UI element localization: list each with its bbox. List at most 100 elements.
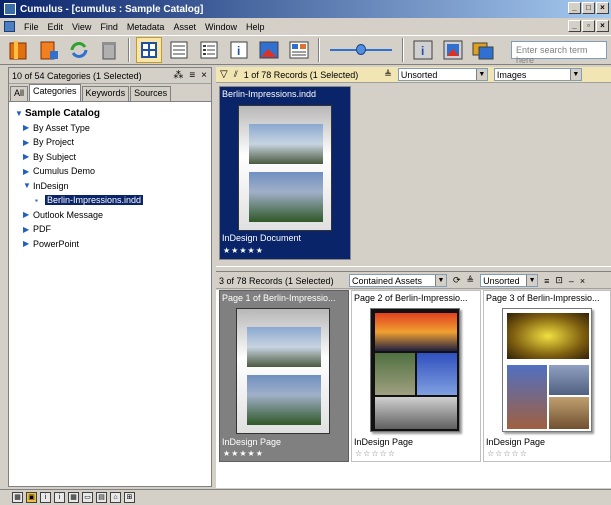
menu-file[interactable]: File [24, 22, 39, 32]
tree-item-label: Sample Catalog [25, 107, 101, 119]
status-window-icon[interactable]: ▭ [82, 492, 93, 503]
menu-window[interactable]: Window [205, 22, 237, 32]
asset-card-title: Berlin-Impressions.indd [222, 89, 317, 99]
refresh-icon[interactable] [66, 37, 92, 63]
document-icon[interactable] [4, 21, 15, 32]
collapsed-triangle-icon[interactable]: ▶ [23, 225, 33, 234]
doc-minimize-button[interactable]: _ [568, 20, 581, 32]
page-card-3[interactable]: Page 3 of Berlin-Impressio... InDesign P… [483, 290, 611, 462]
tree-item-outlook-message[interactable]: ▶ Outlook Message [15, 208, 211, 223]
tree-item-by-project[interactable]: ▶ By Project [15, 135, 211, 150]
sort-select[interactable]: Unsorted ▼ [397, 68, 488, 81]
doc-restore-button[interactable]: ▫ [582, 20, 595, 32]
pane-splitter[interactable] [216, 266, 611, 272]
panel-menu-icon[interactable]: ≡ [189, 70, 195, 81]
rating-stars[interactable]: ★★★★★ [223, 449, 264, 458]
tab-all[interactable]: All [10, 86, 29, 101]
lower-sort-select[interactable]: Unsorted ▼ [480, 274, 539, 287]
menu-find[interactable]: Find [100, 22, 118, 32]
contained-assets-header: 3 of 78 Records (1 Selected) Contained A… [216, 273, 611, 289]
tab-sources[interactable]: Sources [130, 86, 172, 101]
status-info-icon[interactable]: i [40, 492, 51, 503]
contained-assets-select[interactable]: Contained Assets ▼ [349, 274, 447, 287]
contained-assets-area: Page 1 of Berlin-Impressio... InDesign P… [216, 290, 611, 488]
sort-direction-small-icon[interactable]: ≜ [467, 275, 475, 286]
status-tree-icon[interactable]: ⊞ [124, 492, 135, 503]
menu-view[interactable]: View [72, 22, 91, 32]
asset-card-type: InDesign Document [222, 233, 302, 243]
preview-window-icon[interactable] [440, 37, 466, 63]
collapsed-triangle-icon[interactable]: ▶ [23, 239, 33, 248]
panel-close-small-icon[interactable]: × [580, 276, 585, 286]
page-card-1[interactable]: Page 1 of Berlin-Impressio... InDesign P… [219, 290, 349, 462]
tree-item-cumulus-demo[interactable]: ▶ Cumulus Demo [15, 164, 211, 179]
light-table-icon[interactable] [286, 37, 312, 63]
tab-keywords[interactable]: Keywords [81, 86, 130, 101]
status-preview-icon[interactable]: ▤ [96, 492, 107, 503]
info-icon[interactable]: i [226, 37, 252, 63]
refresh-small-icon[interactable]: ⟳ [453, 275, 461, 286]
tree-item-by-subject[interactable]: ▶ By Subject [15, 150, 211, 165]
menu-help[interactable]: Help [246, 22, 265, 32]
rating-stars[interactable]: ★★★★★ [223, 246, 264, 255]
rating-stars[interactable]: ☆☆☆☆☆ [487, 449, 528, 458]
menu-metadata[interactable]: Metadata [127, 22, 165, 32]
rating-stars[interactable]: ☆☆☆☆☆ [355, 449, 396, 458]
preview-icon[interactable] [256, 37, 282, 63]
tree-item-label: PDF [33, 224, 51, 235]
thumbnail-view-icon[interactable] [136, 37, 162, 63]
close-button[interactable]: × [596, 2, 609, 14]
sort-direction-icon[interactable]: ≜ [384, 69, 392, 80]
tree-item-pdf[interactable]: ▶ PDF [15, 222, 211, 237]
menu-asset[interactable]: Asset [173, 22, 196, 32]
filter-icon[interactable]: ▽ [220, 69, 228, 80]
tree-item-sample-catalog[interactable]: ▼ Sample Catalog [15, 106, 211, 121]
maximize-button[interactable]: □ [582, 2, 595, 14]
zoom-slider[interactable] [326, 40, 396, 60]
search-input[interactable]: Enter search term here [511, 41, 607, 65]
collapsed-triangle-icon[interactable]: ▶ [23, 210, 33, 219]
tree-item-powerpoint[interactable]: ▶ PowerPoint [15, 237, 211, 252]
view-select[interactable]: Images ▼ [493, 68, 582, 81]
expanded-triangle-icon[interactable]: ▼ [15, 109, 25, 118]
details-view-icon[interactable] [196, 37, 222, 63]
page-card-2[interactable]: Page 2 of Berlin-Impressio... InDesign P… [351, 290, 481, 462]
collection-icon[interactable] [36, 37, 62, 63]
info-window-icon[interactable]: i [410, 37, 436, 63]
trash-icon[interactable] [96, 37, 122, 63]
status-grid-icon[interactable]: ▦ [68, 492, 79, 503]
menu-edit[interactable]: Edit [48, 22, 64, 32]
status-collection-icon[interactable]: ▣ [26, 492, 37, 503]
categories-action-icon[interactable]: ⁂ [173, 70, 183, 81]
slideshow-icon[interactable] [470, 37, 496, 63]
asset-card-berlin-impressions[interactable]: Berlin-Impressions.indd InDesign Documen… [219, 86, 351, 260]
collapsed-triangle-icon[interactable]: ▶ [23, 167, 33, 176]
status-catalog-icon[interactable]: ▦ [12, 492, 23, 503]
expanded-triangle-icon[interactable]: ▼ [23, 181, 33, 190]
panel-menu-small-icon[interactable]: ≡ [544, 276, 549, 286]
page-thumbnail-3 [502, 308, 592, 432]
minimize-button[interactable]: _ [568, 2, 581, 14]
status-info2-icon[interactable]: i [54, 492, 65, 503]
tree-item-by-asset-type[interactable]: ▶ By Asset Type [15, 121, 211, 136]
bullet-icon: ▪ [35, 195, 38, 205]
toolbar: i i Enter search term here [0, 35, 611, 65]
collapsed-triangle-icon[interactable]: ▶ [23, 152, 33, 161]
status-home-icon[interactable]: ⌂ [110, 492, 121, 503]
page-thumbnail-2 [370, 308, 460, 432]
panel-options-icon[interactable]: ⊡ [555, 275, 563, 286]
doc-close-button[interactable]: × [596, 20, 609, 32]
collapsed-triangle-icon[interactable]: ▶ [23, 138, 33, 147]
window-title: Cumulus - [cumulus : Sample Catalog] [20, 3, 204, 15]
list-view-icon[interactable] [166, 37, 192, 63]
panel-close-icon[interactable]: × [201, 70, 207, 81]
catalog-icon[interactable] [6, 37, 32, 63]
hierarchy-icon[interactable]: ⫽ [234, 69, 238, 80]
tab-categories[interactable]: Categories [29, 84, 81, 101]
collapsed-triangle-icon[interactable]: ▶ [23, 123, 33, 132]
tree-item-berlin-impressions[interactable]: ▪ Berlin-Impressions.indd [15, 193, 211, 208]
page-card-title: Page 1 of Berlin-Impressio... [222, 293, 336, 303]
panel-minimize-icon[interactable]: – [569, 276, 574, 286]
page-card-title: Page 3 of Berlin-Impressio... [486, 293, 600, 303]
tree-item-indesign[interactable]: ▼ InDesign [15, 179, 211, 194]
